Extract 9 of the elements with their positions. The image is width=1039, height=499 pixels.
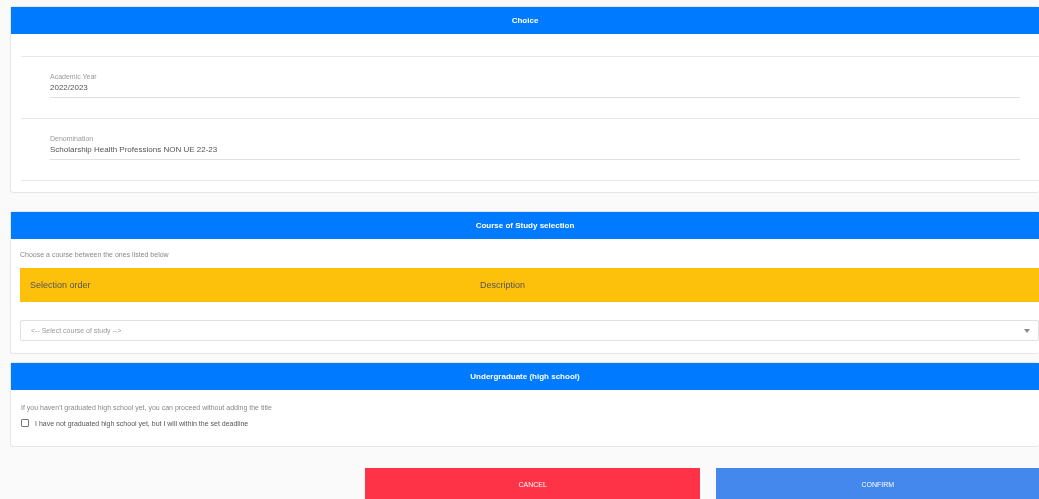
caret-icon xyxy=(1024,328,1030,333)
section-header: Choice xyxy=(11,7,1039,34)
column-header: Description xyxy=(480,280,526,290)
field-value: Scholarship Health Professions NON UE 22-23 xyxy=(50,145,219,154)
section-header: Course of Study selection xyxy=(11,212,1039,239)
section-header: Undergraduate (high school) xyxy=(11,363,1039,390)
column-header: Selection order xyxy=(30,280,92,290)
field-value: 2022/2023 xyxy=(50,83,89,92)
checkbox[interactable] xyxy=(21,419,29,427)
